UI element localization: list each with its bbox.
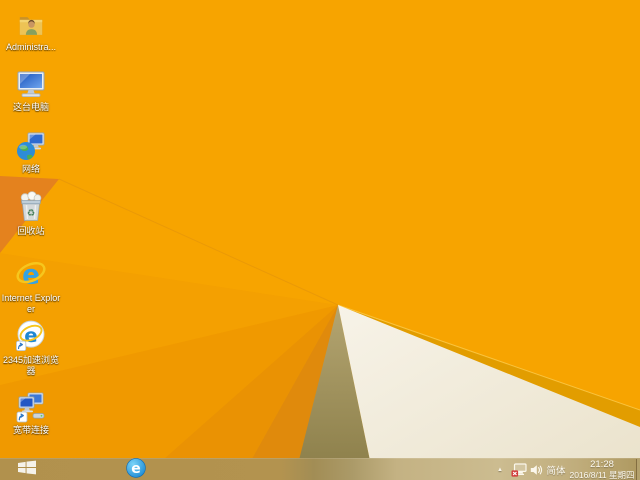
chevron-up-icon: ▲ (497, 467, 503, 473)
desktop[interactable]: Administra... 这台电脑 网络 ♻ 回收站 e Internet E… (0, 0, 640, 480)
desktop-icon-network[interactable]: 网络 (0, 128, 62, 175)
desktop-icon-this-pc[interactable]: 这台电脑 (0, 66, 62, 113)
start-button[interactable] (13, 460, 41, 480)
broadband-shortcut-icon (15, 389, 47, 423)
show-hidden-icons-button[interactable]: ▲ (493, 459, 507, 480)
svg-text:♻: ♻ (27, 208, 36, 219)
desktop-icon-label: 这台电脑 (12, 102, 49, 112)
taskbar: e ▲ 简体 21:28 2016/8/11 星期四 (0, 457, 640, 480)
desktop-icon-administrator[interactable]: Administra... (0, 6, 62, 53)
ie-shortcut-icon: e (15, 319, 47, 353)
desktop-icon-label: Internet Explorer (1, 293, 61, 314)
desktop-icon-broadband[interactable]: 宽带连接 (0, 389, 62, 436)
show-desktop-button[interactable] (636, 459, 640, 480)
volume-icon[interactable] (529, 459, 544, 480)
svg-text:e: e (131, 461, 141, 477)
ime-indicator[interactable]: 简体 (544, 459, 568, 480)
taskbar-ie-button[interactable]: e (122, 457, 150, 480)
desktop-icon-label: 网络 (21, 164, 40, 174)
network-globe-icon (15, 128, 47, 162)
computer-icon (15, 66, 47, 100)
clock[interactable]: 21:28 2016/8/11 星期四 (568, 459, 636, 480)
windows-logo-icon (18, 460, 36, 480)
desktop-icon-label: Administra... (5, 42, 56, 52)
clock-date: 2016/8/11 星期四 (569, 470, 635, 480)
wallpaper (0, 0, 640, 480)
desktop-icon-label: 宽带连接 (12, 425, 49, 435)
ie-icon: e (15, 257, 47, 291)
desktop-icon-recycle-bin[interactable]: ♻ 回收站 (0, 190, 62, 237)
desktop-icon-2345-browser[interactable]: e 2345加速浏览器 (0, 319, 62, 377)
ie-circle-icon: e (126, 457, 146, 480)
network-status-icon[interactable] (510, 459, 528, 480)
clock-time: 21:28 (590, 459, 614, 470)
recycle-bin-icon: ♻ (15, 190, 47, 224)
user-folder-icon (15, 6, 47, 40)
desktop-icon-label: 回收站 (17, 226, 45, 236)
desktop-icon-label: 2345加速浏览器 (2, 355, 60, 376)
desktop-icon-internet-explorer[interactable]: e Internet Explorer (0, 257, 62, 315)
